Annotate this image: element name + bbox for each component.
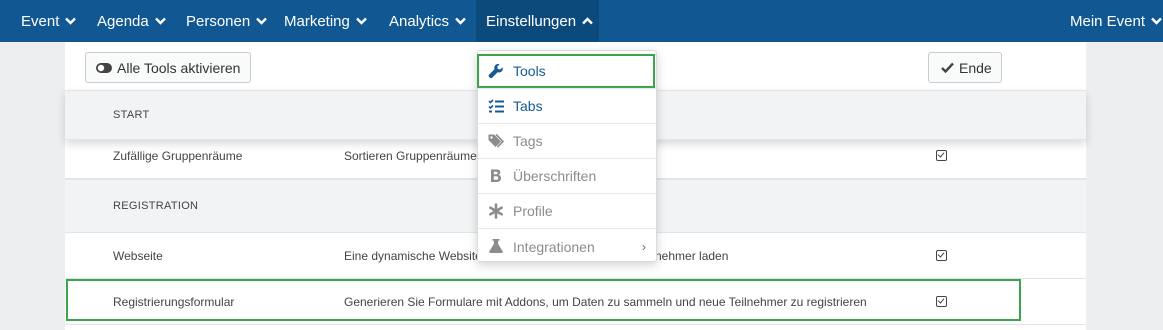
menu-item-ueberschriften[interactable]: Überschriften bbox=[478, 159, 656, 194]
activate-all-tools-button[interactable]: Alle Tools aktivieren bbox=[85, 52, 251, 83]
menu-item-tools[interactable]: Tools bbox=[478, 54, 656, 89]
check-icon bbox=[941, 60, 954, 76]
chevron-up-icon bbox=[582, 17, 593, 25]
tool-name: Webseite bbox=[113, 248, 163, 263]
menu-item-tabs-label: Tabs bbox=[513, 98, 543, 114]
checkbox-checked-icon bbox=[936, 250, 947, 261]
section-heading-registration-label: REGISTRATION bbox=[113, 200, 199, 212]
nav-mein-event-label: Mein Event bbox=[1070, 12, 1146, 30]
menu-item-tags-label: Tags bbox=[513, 133, 543, 149]
activate-all-tools-label: Alle Tools aktivieren bbox=[117, 59, 241, 76]
nav-marketing-label: Marketing bbox=[284, 12, 350, 30]
chevron-down-icon bbox=[65, 17, 77, 25]
nav-einstellungen-label: Einstellungen bbox=[486, 12, 577, 30]
menu-item-profile-label: Profile bbox=[513, 203, 553, 219]
end-button[interactable]: Ende bbox=[928, 52, 1002, 83]
checkbox-checked-icon bbox=[936, 296, 947, 307]
tool-name: Registrierungsformular bbox=[113, 294, 235, 309]
nav-agenda-label: Agenda bbox=[97, 12, 149, 30]
toggle-icon bbox=[96, 60, 112, 76]
menu-item-profile[interactable]: Profile bbox=[478, 194, 656, 229]
tool-enabled-checkbox[interactable] bbox=[936, 279, 947, 324]
chevron-down-icon bbox=[154, 17, 166, 25]
nav-analytics[interactable]: Analytics bbox=[389, 0, 466, 42]
nav-event[interactable]: Event bbox=[21, 0, 77, 42]
end-label: Ende bbox=[959, 59, 992, 76]
chevron-right-icon: › bbox=[642, 239, 646, 254]
table-row: Registrierungsformular Generieren Sie Fo… bbox=[65, 279, 1086, 325]
nav-marketing[interactable]: Marketing bbox=[284, 0, 367, 42]
nav-analytics-label: Analytics bbox=[389, 12, 450, 30]
settings-dropdown-menu: Tools Tabs Tags Überschriften Profile In… bbox=[477, 50, 657, 262]
asterisk-icon bbox=[488, 203, 504, 219]
chevron-down-icon bbox=[256, 17, 268, 25]
chevron-down-icon bbox=[1151, 17, 1162, 25]
menu-item-tags[interactable]: Tags bbox=[478, 124, 656, 159]
menu-item-ueberschriften-label: Überschriften bbox=[513, 168, 597, 184]
nav-personen-label: Personen bbox=[186, 12, 251, 30]
tool-description-tail: nehmer laden bbox=[655, 248, 729, 263]
nav-agenda[interactable]: Agenda bbox=[97, 0, 166, 42]
tags-icon bbox=[488, 133, 505, 149]
top-navigation: Event Agenda Personen Marketing Analytic… bbox=[0, 0, 1163, 42]
flask-icon bbox=[488, 238, 504, 254]
bold-icon bbox=[488, 168, 504, 184]
list-check-icon bbox=[488, 98, 504, 114]
tool-enabled-checkbox[interactable] bbox=[936, 233, 947, 278]
checkbox-checked-icon bbox=[936, 150, 947, 161]
section-heading-start-label: START bbox=[113, 109, 150, 121]
menu-item-integrationen-label: Integrationen bbox=[513, 238, 595, 255]
chevron-down-icon bbox=[356, 17, 367, 25]
nav-personen[interactable]: Personen bbox=[186, 0, 268, 42]
menu-item-tabs[interactable]: Tabs bbox=[478, 89, 656, 124]
chevron-down-icon bbox=[455, 17, 466, 25]
nav-event-label: Event bbox=[21, 12, 60, 30]
menu-item-tools-label: Tools bbox=[513, 63, 546, 79]
wrench-icon bbox=[488, 63, 504, 79]
tool-description: Eine dynamische Website bbox=[344, 248, 482, 263]
menu-item-integrationen[interactable]: Integrationen › bbox=[478, 229, 656, 264]
tool-description: Generieren Sie Formulare mit Addons, um … bbox=[344, 294, 867, 309]
nav-einstellungen[interactable]: Einstellungen bbox=[476, 0, 599, 42]
nav-mein-event[interactable]: Mein Event bbox=[1070, 0, 1162, 42]
